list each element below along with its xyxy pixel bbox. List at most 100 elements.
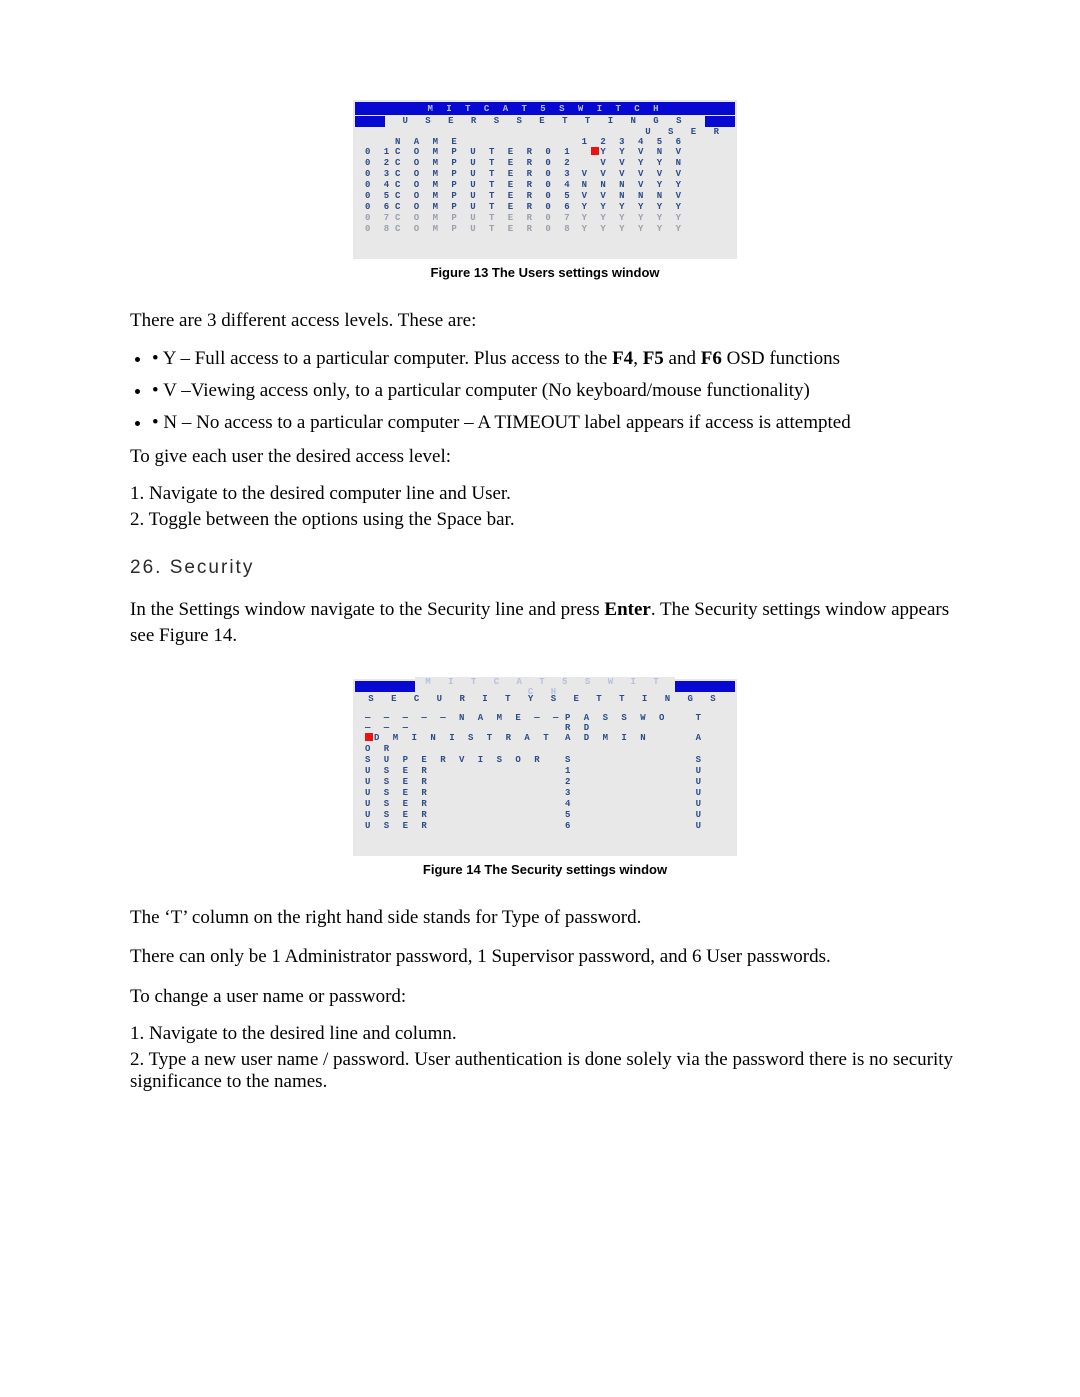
cell-password: 1: [565, 766, 675, 777]
document-page: M I T C A T 5 S W I T C H U S E R S S E …: [0, 0, 1080, 1223]
osd-rows: D M I N I S T R A T O RA D M I NAS U P E…: [355, 733, 735, 832]
table-row: D M I N I S T R A T O RA D M I NA: [365, 733, 725, 755]
steps-list: 1. Navigate to the desired line and colu…: [130, 1023, 960, 1093]
list-item-y: • Y – Full access to a particular comput…: [152, 348, 960, 370]
table-row: U S E R6U: [365, 821, 725, 832]
step: 2. Toggle between the options using the …: [130, 509, 960, 531]
table-row: U S E R2U: [365, 777, 725, 788]
bold: F6: [701, 348, 722, 369]
cell-name: C O M P U T E R 0 2: [395, 158, 575, 169]
col-header-name: — — — — — N A M E — — — — —: [365, 713, 565, 733]
paragraph: To give each user the desired access lev…: [130, 444, 960, 470]
cell-password: S: [565, 755, 675, 766]
osd-title: M I T C A T 5 S W I T C H: [427, 104, 662, 114]
cell-name: C O M P U T E R 0 8: [395, 224, 575, 235]
table-row: 0 2C O M P U T E R 0 2V V Y Y N: [365, 158, 725, 169]
steps-list: 1. Navigate to the desired computer line…: [130, 483, 960, 531]
cell-name: C O M P U T E R 0 7: [395, 213, 575, 224]
cell-type: S: [675, 755, 705, 766]
figure-caption: Figure 13 The Users settings window: [130, 265, 960, 280]
osd-subtitle: U S E R S S E T T I N G S: [385, 116, 705, 126]
cell-id: 0 6: [365, 202, 395, 213]
osd-subtitle: S E C U R I T Y S E T T I N G S: [355, 694, 735, 704]
list-item-n: • N – No access to a particular computer…: [152, 412, 960, 434]
cell-name: U S E R: [365, 821, 565, 832]
paragraph: In the Settings window navigate to the S…: [130, 597, 960, 648]
cell-password: 6: [565, 821, 675, 832]
osd-rows: 0 1C O M P U T E R 0 1Y Y V N V0 2C O M …: [355, 147, 735, 235]
cell-type: U: [675, 799, 705, 810]
osd-column-headers: — — — — — N A M E — — — — — P A S S W O …: [355, 713, 735, 733]
bold: F5: [643, 348, 664, 369]
bar-spacer-right: [675, 681, 735, 692]
cell-name: S U P E R V I S O R: [365, 755, 565, 766]
cell-type: U: [675, 821, 705, 832]
table-row: 0 7C O M P U T E R 0 7Y Y Y Y Y Y: [365, 213, 725, 224]
cell-name: C O M P U T E R 0 1: [395, 147, 575, 158]
cell-password: 5: [565, 810, 675, 821]
bar-spacer-left: [355, 116, 385, 127]
cell-users: Y Y Y Y Y Y: [575, 224, 685, 235]
col-header-name: N A M E: [395, 137, 575, 147]
cell-name: U S E R: [365, 766, 565, 777]
cell-id: 0 5: [365, 191, 395, 202]
text: In the Settings window navigate to the S…: [130, 599, 604, 620]
osd-subtitle-row: U S E R S S E T T I N G S: [355, 115, 735, 127]
cell-name: C O M P U T E R 0 5: [395, 191, 575, 202]
text: and: [664, 348, 701, 369]
step: 1. Navigate to the desired computer line…: [130, 483, 960, 505]
cell-users: Y Y Y Y Y Y: [575, 202, 685, 213]
cell-password: A D M I N: [565, 733, 675, 755]
cell-id: 0 2: [365, 158, 395, 169]
cell-id: 0 1: [365, 147, 395, 158]
cell-type: U: [675, 777, 705, 788]
table-row: S U P E R V I S O RSS: [365, 755, 725, 766]
table-row: 0 4C O M P U T E R 0 4N N N V Y Y: [365, 180, 725, 191]
osd-titlebar: M I T C A T 5 S W I T C H: [355, 102, 735, 115]
cell-password: 2: [565, 777, 675, 788]
text: N – No access to a particular computer –…: [163, 412, 850, 433]
cell-type: A: [675, 733, 705, 755]
cell-type: U: [675, 788, 705, 799]
cell-id: 0 7: [365, 213, 395, 224]
bar-spacer-left: [355, 681, 415, 692]
table-row: 0 1C O M P U T E R 0 1Y Y V N V: [365, 147, 725, 158]
cell-name: U S E R: [365, 777, 565, 788]
table-row: 0 5C O M P U T E R 0 5V V N N N V: [365, 191, 725, 202]
cell-name: C O M P U T E R 0 4: [395, 180, 575, 191]
text: OSD functions: [722, 348, 840, 369]
paragraph: There can only be 1 Administrator passwo…: [130, 944, 960, 970]
text: ,: [633, 348, 643, 369]
cell-type: U: [675, 810, 705, 821]
cell-id: 0 4: [365, 180, 395, 191]
table-row: U S E R1U: [365, 766, 725, 777]
osd-titlebar: M I T C A T 5 S W I T C H: [355, 681, 735, 693]
osd-user-header: U S E R: [355, 127, 735, 137]
cell-id: 0 8: [365, 224, 395, 235]
cell-users: Y Y V N V: [575, 147, 685, 158]
table-row: U S E R5U: [365, 810, 725, 821]
list-item-v: • V –Viewing access only, to a particula…: [152, 380, 960, 402]
bold: F4: [612, 348, 633, 369]
bar-spacer-right: [705, 116, 735, 127]
osd-column-headers: N A M E 1 2 3 4 5 6: [355, 137, 735, 147]
table-row: U S E R3U: [365, 788, 725, 799]
table-row: 0 6C O M P U T E R 0 6Y Y Y Y Y Y: [365, 202, 725, 213]
cell-users: V V Y Y N: [575, 158, 685, 169]
access-level-list: • Y – Full access to a particular comput…: [152, 348, 960, 434]
users-settings-osd: M I T C A T 5 S W I T C H U S E R S S E …: [353, 100, 737, 259]
table-row: U S E R4U: [365, 799, 725, 810]
text: Y – Full access to a particular computer…: [163, 348, 612, 369]
cell-name: C O M P U T E R 0 3: [395, 169, 575, 180]
cell-name: U S E R: [365, 788, 565, 799]
figure-caption: Figure 14 The Security settings window: [130, 862, 960, 877]
section-heading: 26. Security: [130, 557, 960, 579]
cell-name: D M I N I S T R A T O R: [365, 733, 565, 755]
col-blank: [365, 137, 395, 147]
paragraph: To change a user name or password:: [130, 984, 960, 1010]
cell-name: U S E R: [365, 810, 565, 821]
col-header-usernums: 1 2 3 4 5 6: [575, 137, 685, 147]
spacer: [355, 705, 735, 713]
step: 1. Navigate to the desired line and colu…: [130, 1023, 960, 1045]
cell-name: U S E R: [365, 799, 565, 810]
